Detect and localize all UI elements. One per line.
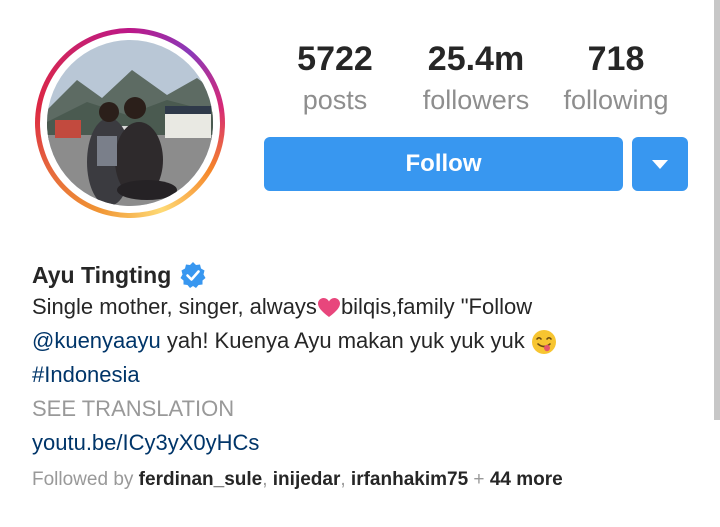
followers-count[interactable]: 25.4m followers [414,38,538,120]
bio-text-2: yah! Kuenya Ayu makan yuk yuk yuk [160,328,525,353]
followed-by-user[interactable]: inijedar [273,469,341,490]
avatar-photo-illustration [47,40,213,206]
posts-value: 5722 [297,40,373,78]
followed-by[interactable]: Followed by ferdinan_sule, inijedar, irf… [32,466,563,494]
followers-label: followers [422,85,530,115]
followed-by-separator: , [262,469,273,490]
followed-by-prefix: Followed by [32,469,139,490]
bio-line-3: #Indonesia [32,358,682,392]
follow-button[interactable]: Follow [264,137,623,191]
bio-line-1: Single mother, singer, always bilqis,fami… [32,290,682,324]
verified-badge-icon [180,262,206,288]
following-label: following [563,85,669,115]
yum-face-emoji-icon [531,330,556,355]
followers-value: 25.4m [427,40,525,78]
bio-text-1-rest: bilqis,family "Follow [340,294,533,319]
profile-avatar[interactable] [35,28,225,218]
posts-count: 5722 posts [288,38,382,120]
profile-name-row: Ayu Tingting [32,259,207,291]
bio-text-1: Single mother, singer, always [32,294,317,319]
following-value: 718 [587,40,645,78]
followed-by-user[interactable]: irfanhakim75 [351,469,468,490]
followed-by-separator: , [340,469,351,490]
following-count[interactable]: 718 following [556,38,676,120]
see-translation-link[interactable]: SEE TRANSLATION [32,396,234,421]
profile-bio: Single mother, singer, always bilqis,fami… [32,290,682,460]
followed-by-user[interactable]: ferdinan_sule [139,469,263,490]
bio-line-2: @kuenyaayu yah! Kuenya Ayu makan yuk yuk… [32,324,682,358]
heart-emoji-icon [317,298,340,318]
followed-by-more[interactable]: 44 more [490,469,563,490]
posts-label: posts [302,85,368,115]
chevron-down-icon [652,159,668,169]
suggestions-dropdown-button[interactable] [632,137,688,191]
bio-line-5: youtu.be/ICy3yX0yHCs [32,426,682,460]
hashtag-link[interactable]: #Indonesia [32,362,140,387]
avatar-photo [47,40,213,206]
bio-line-4: SEE TRANSLATION [32,392,682,426]
website-link[interactable]: youtu.be/ICy3yX0yHCs [32,430,259,455]
mention-link[interactable]: @kuenyaayu [32,328,161,353]
scrollbar[interactable] [714,0,720,420]
followed-by-plus: + [468,469,490,490]
profile-name: Ayu Tingting [32,261,172,288]
